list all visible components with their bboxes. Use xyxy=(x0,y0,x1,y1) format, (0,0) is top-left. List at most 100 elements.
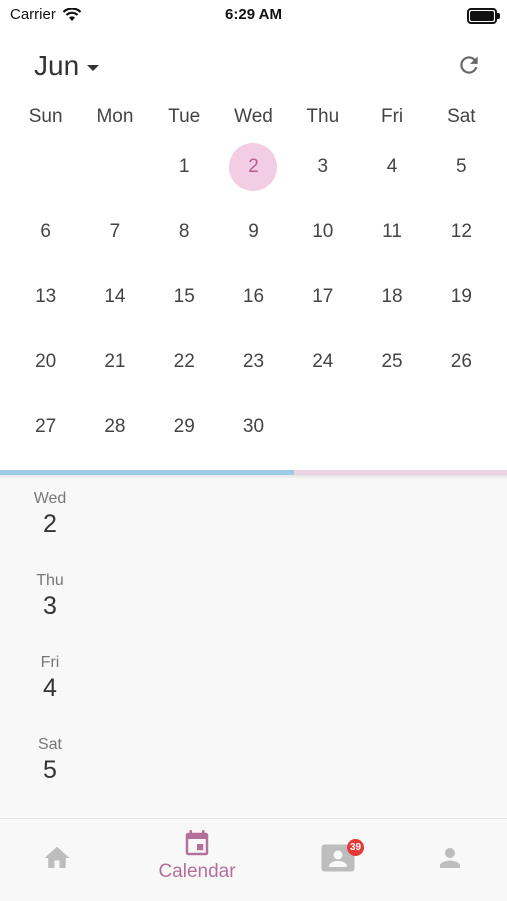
day-number: 6 xyxy=(40,221,51,243)
day-number: 10 xyxy=(312,221,334,243)
day-number: 17 xyxy=(312,285,334,307)
bottom-nav: Calendar 39 xyxy=(0,818,507,901)
day-cell[interactable]: 26 xyxy=(427,329,496,394)
day-cell[interactable]: 9 xyxy=(219,200,288,265)
agenda-day-item[interactable]: Wed 2 xyxy=(0,490,100,539)
agenda-day-number: 5 xyxy=(43,756,57,784)
day-number: 9 xyxy=(248,221,259,243)
nav-profile[interactable] xyxy=(400,829,500,889)
day-cell[interactable]: 10 xyxy=(288,200,357,265)
day-cell[interactable]: 18 xyxy=(357,265,426,330)
weekday-label: Thu xyxy=(306,106,340,127)
day-number: 4 xyxy=(386,156,398,178)
empty-day-cell xyxy=(11,135,80,200)
day-cell[interactable]: 15 xyxy=(150,265,219,330)
empty-day-cell xyxy=(288,394,357,459)
day-number: 7 xyxy=(109,221,121,243)
month-selector[interactable]: Jun xyxy=(34,50,100,82)
agenda-day-item[interactable]: Fri 4 xyxy=(0,654,100,703)
weekday-label: Sun xyxy=(28,106,63,127)
agenda-weekday: Sat xyxy=(37,736,62,753)
week-row: 6 7 8 9 10 11 12 xyxy=(11,200,496,265)
day-number: 28 xyxy=(104,415,126,437)
day-cell[interactable]: 3 xyxy=(288,135,357,200)
day-cell[interactable]: 5 xyxy=(427,135,496,200)
day-number: 15 xyxy=(173,285,195,307)
agenda-day-item[interactable]: Thu 3 xyxy=(0,572,100,621)
day-cell[interactable]: 24 xyxy=(288,329,357,394)
day-number: 23 xyxy=(242,350,265,372)
weekday-label: Mon xyxy=(96,106,134,127)
empty-day-cell xyxy=(427,394,496,459)
home-icon xyxy=(44,846,70,868)
day-cell[interactable]: 27 xyxy=(11,394,80,459)
refresh-icon xyxy=(460,56,478,74)
notification-badge: 39 xyxy=(347,839,364,856)
weekday-label: Wed xyxy=(234,106,273,127)
status-bar: Carrier 6:29 AM xyxy=(0,0,507,30)
day-number: 14 xyxy=(104,285,126,307)
day-cell[interactable]: 2 xyxy=(219,135,288,200)
weekday-header-row: Sun Mon Tue Wed Thu Fri Sat xyxy=(11,106,496,130)
nav-messages[interactable]: 39 xyxy=(288,829,388,889)
weekday-label: Sat xyxy=(447,106,476,127)
week-row: 27 28 29 30 xyxy=(11,394,496,459)
day-number: 19 xyxy=(450,285,472,307)
day-cell[interactable]: 21 xyxy=(80,329,149,394)
day-number: 27 xyxy=(35,415,57,437)
day-number: 5 xyxy=(456,156,467,178)
day-cell[interactable]: 19 xyxy=(427,265,496,330)
selected-day-number: 2 xyxy=(229,143,278,192)
day-cell[interactable]: 28 xyxy=(80,394,149,459)
empty-day-cell xyxy=(80,135,149,200)
agenda-day-item[interactable]: Sat 5 xyxy=(0,736,100,785)
day-number: 13 xyxy=(35,285,57,307)
day-number: 25 xyxy=(381,350,403,372)
day-cell[interactable]: 12 xyxy=(427,200,496,265)
day-cell[interactable]: 1 xyxy=(150,135,219,200)
day-cell[interactable]: 20 xyxy=(11,329,80,394)
day-number: 12 xyxy=(450,221,472,243)
day-number: 18 xyxy=(381,285,403,307)
week-row: 13 14 15 16 17 18 19 xyxy=(11,265,496,330)
day-cell[interactable]: 4 xyxy=(357,135,426,200)
day-cell[interactable]: 29 xyxy=(150,394,219,459)
day-cell[interactable]: 16 xyxy=(219,265,288,330)
day-number: 21 xyxy=(104,350,126,372)
empty-day-cell xyxy=(357,394,426,459)
day-number: 20 xyxy=(35,350,57,372)
day-number: 11 xyxy=(382,221,402,243)
day-number: 1 xyxy=(178,156,190,178)
calendar-icon xyxy=(185,830,209,856)
calendar-card: Jun Sun Mon Tue Wed Thu Fri Sat 1 2 3 4 5 6 7 8 9 10 11 1… xyxy=(0,30,507,470)
calendar-grid: 1 2 3 4 5 6 7 8 9 10 11 12 13 14 15 16 17 18 19 20 21 22 23 24 2… xyxy=(11,135,496,459)
day-cell[interactable]: 23 xyxy=(219,329,288,394)
day-number: 29 xyxy=(173,415,195,437)
nav-calendar[interactable]: Calendar xyxy=(147,829,247,889)
day-cell[interactable]: 30 xyxy=(219,394,288,459)
day-cell[interactable]: 22 xyxy=(150,329,219,394)
status-time: 6:29 AM xyxy=(225,6,282,23)
agenda-day-number: 4 xyxy=(43,674,57,702)
day-number: 3 xyxy=(317,156,329,178)
refresh-button[interactable] xyxy=(454,50,484,80)
weekday-label: Fri xyxy=(380,106,404,127)
week-row: 1 2 3 4 5 xyxy=(11,135,496,200)
person-icon xyxy=(440,848,460,868)
day-cell[interactable]: 6 xyxy=(11,200,80,265)
caret-down-icon xyxy=(87,65,100,71)
agenda-day-number: 3 xyxy=(43,592,57,620)
day-number: 26 xyxy=(450,350,472,372)
day-cell[interactable]: 11 xyxy=(357,200,426,265)
day-cell[interactable]: 8 xyxy=(150,200,219,265)
day-cell[interactable]: 7 xyxy=(80,200,149,265)
agenda-weekday: Wed xyxy=(33,490,67,507)
day-cell[interactable]: 13 xyxy=(11,265,80,330)
day-cell[interactable]: 25 xyxy=(357,329,426,394)
day-cell[interactable]: 17 xyxy=(288,265,357,330)
divider-shadow xyxy=(0,475,507,479)
battery-icon xyxy=(467,8,500,24)
day-cell[interactable]: 14 xyxy=(80,265,149,330)
month-label: Jun xyxy=(34,50,80,81)
nav-home[interactable] xyxy=(7,829,107,889)
